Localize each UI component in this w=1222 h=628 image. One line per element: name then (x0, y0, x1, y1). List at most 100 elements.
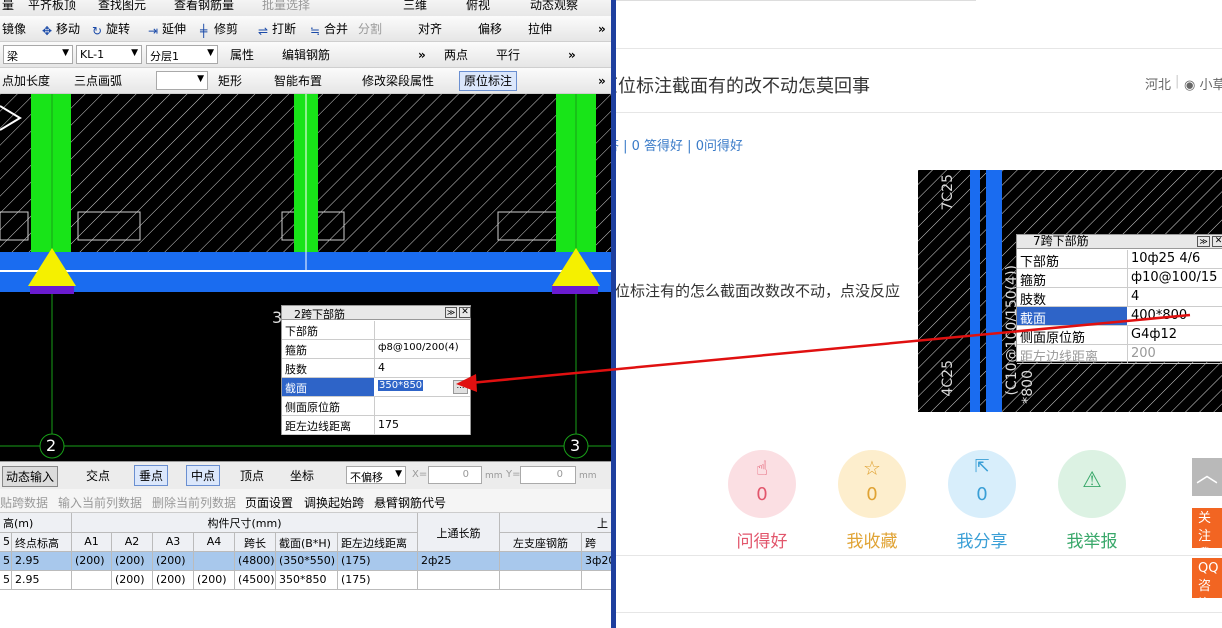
follow-us-button[interactable]: 关注我们 (1192, 508, 1222, 548)
table-cell[interactable]: (200) (112, 571, 153, 590)
rect-button[interactable]: 矩形 (218, 73, 242, 89)
trim-button[interactable]: ╪ 修剪 (200, 21, 238, 38)
ellipsis-button[interactable]: … (453, 380, 468, 394)
table-menu-item[interactable]: 悬臂钢筋代号 (374, 494, 446, 511)
dialog-row-section[interactable]: 截面 350*850… (282, 378, 470, 397)
table-cell[interactable]: 5 (0, 552, 12, 571)
element-type-select[interactable]: 梁 ▼ (3, 45, 73, 64)
dialog-row[interactable]: 肢数 4 (282, 359, 470, 378)
table-cell[interactable]: (200) (112, 552, 153, 571)
floor-select[interactable]: 分层1 ▼ (146, 45, 218, 64)
drawing-canvas[interactable]: 2 3 3 2跨下部筋 ≫ ✕ 下部筋 箍筋 ф8@100/200(4) 肢数 4 … (0, 94, 612, 461)
x-input[interactable]: 0 (428, 466, 482, 484)
question-screenshot[interactable]: 7C25 4C25 (C10@100/150(4)) *800 7跨下部筋 ≫ … (918, 170, 1222, 412)
table-cell[interactable] (500, 552, 582, 571)
dialog-row[interactable]: 距左边线距离 175 (282, 416, 470, 435)
table-menu-item[interactable]: 调换起始跨 (304, 494, 364, 511)
table-menu-item[interactable]: 删除当前列数据 (152, 494, 236, 511)
tb1-item[interactable]: 平齐板顶 (28, 0, 76, 13)
table-cell[interactable]: (200) (153, 571, 194, 590)
extend-button[interactable]: ⇥ 延伸 (148, 21, 186, 38)
table-cell[interactable] (72, 571, 112, 590)
table-cell[interactable]: 2.95 (12, 552, 72, 571)
qq-consult-button[interactable]: QQ咨询 (1192, 558, 1222, 598)
overflow-chevron-icon[interactable]: » (418, 47, 426, 63)
good-question-button[interactable]: ☝ 0 问得好 (727, 450, 797, 552)
split-button[interactable]: 分割 (358, 21, 382, 37)
overflow-chevron-icon[interactable]: » (598, 73, 606, 89)
separator: | (1175, 74, 1180, 89)
section-input[interactable]: 350*850 (378, 380, 424, 391)
close-icon[interactable]: ✕ (459, 307, 471, 318)
dialog-row[interactable]: 侧面原位筋 (282, 397, 470, 416)
table-menu-item[interactable]: 输入当前列数据 (58, 494, 142, 511)
properties-button[interactable]: 属性 (230, 47, 254, 63)
table-cell[interactable]: 2.95 (12, 571, 72, 590)
dialog-row[interactable]: 箍筋 ф8@100/200(4) (282, 340, 470, 359)
point-length-button[interactable]: 点加长度 (2, 73, 50, 89)
table-cell[interactable]: 3ф20 (582, 552, 612, 571)
table-cell[interactable]: (175) (338, 552, 418, 571)
coordinate-snap[interactable]: 坐标 (290, 467, 314, 484)
overflow-chevron-icon[interactable]: » (598, 21, 606, 37)
offset-button[interactable]: 偏移 (478, 21, 502, 37)
parallel-button[interactable]: 平行 (496, 47, 520, 63)
table-cell[interactable]: 350*850 (276, 571, 338, 590)
favorite-button[interactable]: ☆ 0 我收藏 (837, 450, 907, 552)
align-button[interactable]: 对齐 (418, 21, 442, 37)
modify-beam-button[interactable]: 修改梁段属性 (362, 73, 434, 89)
perpendicular-snap[interactable]: 垂点 (134, 465, 169, 486)
edit-rebar-button[interactable]: 编辑钢筋 (282, 47, 330, 63)
tb1-item[interactable]: 三维 (403, 0, 427, 13)
tb1-item[interactable]: 查看钢筋量 (174, 0, 234, 13)
table-cell[interactable]: 2ф25 (418, 552, 500, 571)
column-header: 跨 (582, 533, 612, 552)
y-input[interactable]: 0 (520, 466, 576, 484)
stretch-button[interactable]: 拉伸 (528, 21, 552, 37)
table-menu-item[interactable]: 页面设置 (245, 494, 293, 511)
arc-select[interactable]: ▼ (156, 71, 208, 90)
offset-select[interactable]: 不偏移 ▼ (346, 466, 406, 484)
table-cell[interactable]: (4800) (235, 552, 276, 571)
table-menu-item[interactable]: 贴跨数据 (0, 494, 48, 511)
vertex-snap[interactable]: 顶点 (240, 467, 264, 484)
share-button[interactable]: ⇱ 0 我分享 (947, 450, 1017, 552)
table-cell[interactable] (418, 571, 500, 590)
table-cell[interactable]: (350*550) (276, 552, 338, 571)
smart-layout-button[interactable]: 智能布置 (274, 73, 322, 89)
tb1-item[interactable]: 量 (2, 0, 14, 13)
rotate-button[interactable]: ↻ 旋转 (92, 21, 130, 38)
overflow-chevron-icon[interactable]: » (568, 47, 576, 63)
back-to-top-icon[interactable]: ︿ (1192, 458, 1222, 496)
two-point-button[interactable]: 两点 (444, 47, 468, 63)
dynamic-input-toggle[interactable]: 动态输入 (2, 466, 59, 487)
table-cell[interactable]: 5 (0, 571, 12, 590)
collapse-icon[interactable]: ≫ (445, 307, 457, 318)
midpoint-snap[interactable]: 中点 (186, 465, 221, 486)
report-button[interactable]: ⚠ 我举报 (1057, 450, 1127, 552)
tb1-item[interactable]: 批量选择 (262, 0, 310, 13)
table-cell[interactable] (194, 552, 235, 571)
merge-button[interactable]: ≒ 合并 (310, 21, 348, 38)
table-cell[interactable]: (200) (194, 571, 235, 590)
arc-button[interactable]: 三点画弧 (74, 73, 122, 89)
intersection-snap[interactable]: 交点 (86, 467, 110, 484)
tb1-item[interactable]: 动态观察 (530, 0, 578, 13)
table-cell[interactable]: (4500) (235, 571, 276, 590)
table-cell[interactable] (500, 571, 582, 590)
in-situ-annotation-button[interactable]: 原位标注 (459, 71, 518, 91)
table-cell[interactable] (582, 571, 612, 590)
tb1-item[interactable]: 俯视 (466, 0, 490, 13)
break-button[interactable]: ⇌ 打断 (258, 21, 296, 38)
element-name-select[interactable]: KL-1 ▼ (76, 45, 142, 64)
dialog-row[interactable]: 下部筋 (282, 321, 470, 340)
move-button[interactable]: ✥ 移动 (42, 21, 80, 38)
tb1-item[interactable]: 查找图元 (98, 0, 146, 13)
mirror-button[interactable]: 镜像 (2, 21, 26, 37)
table-cell[interactable]: (200) (153, 552, 194, 571)
column-header: A1 (72, 533, 112, 552)
user-name[interactable]: ◉ 小草 (1184, 74, 1222, 93)
table-cell[interactable]: (200) (72, 552, 112, 571)
table-cell[interactable]: (175) (338, 571, 418, 590)
answer-stats[interactable]: 答 | 0 答得好 | 0问得好 (616, 135, 743, 154)
